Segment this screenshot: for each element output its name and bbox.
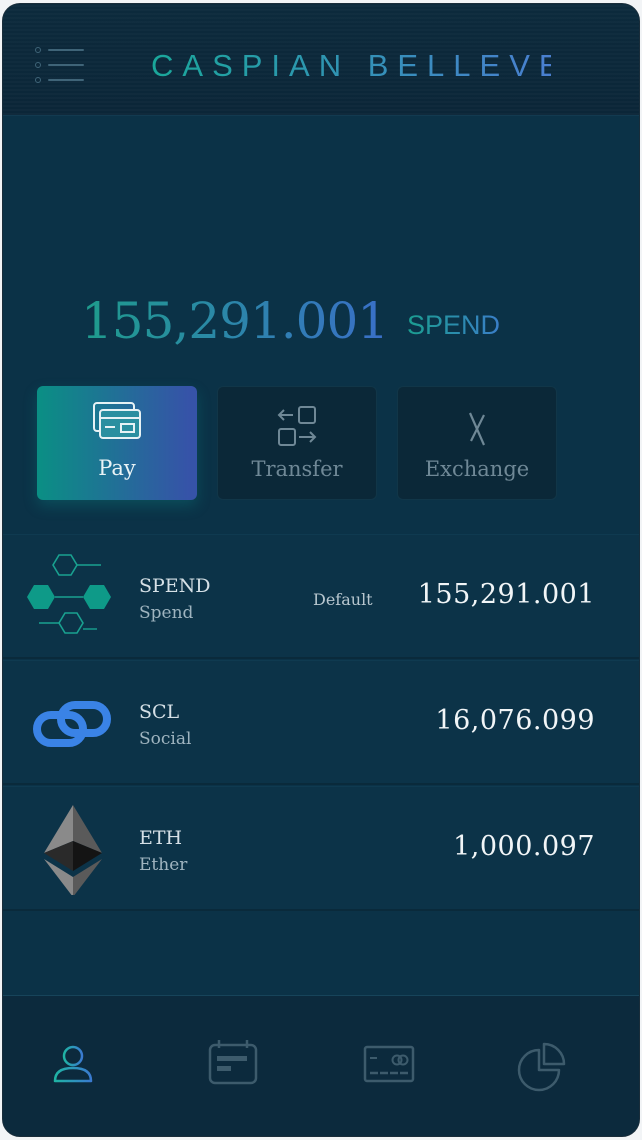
nav-profile[interactable] [43, 1036, 103, 1096]
transfer-icon [277, 406, 317, 446]
nav-stats[interactable] [513, 1036, 573, 1096]
asset-row-scl[interactable]: SCL Social 16,076.099 [3, 660, 639, 785]
card-icon [93, 402, 141, 439]
app-title: CASPIAN BELLEVE [151, 48, 569, 83]
credit-card-icon [363, 1045, 415, 1083]
asset-symbol: ETH [139, 827, 183, 849]
calendar-icon [208, 1040, 258, 1085]
pie-chart-icon [517, 1042, 566, 1092]
pay-button[interactable]: Pay [37, 386, 197, 500]
transfer-button[interactable]: Transfer [217, 386, 377, 500]
asset-name: Spend [139, 603, 194, 623]
exchange-label: Exchange [424, 457, 530, 481]
pay-label: Pay [98, 456, 136, 480]
asset-row-spend[interactable]: SPEND Spend Default 155,291.001 [3, 534, 639, 659]
nav-calendar[interactable] [203, 1036, 263, 1096]
asset-amount: 1,000.097 [453, 831, 595, 862]
bottom-nav [3, 995, 639, 1136]
asset-symbol: SPEND [139, 575, 211, 597]
asset-row-eth[interactable]: ETH Ether 1,000.097 [3, 786, 639, 911]
asset-symbol: SCL [139, 701, 180, 723]
ethereum-icon [44, 805, 102, 895]
asset-amount: 155,291.001 [417, 579, 595, 610]
default-badge: Default [313, 590, 373, 609]
hexagon-network-icon [27, 554, 111, 634]
asset-amount: 16,076.099 [435, 705, 595, 736]
menu-button[interactable] [35, 47, 85, 87]
balance-unit: SPEND [407, 310, 501, 340]
transfer-label: Transfer [251, 457, 343, 481]
exchange-button[interactable]: Exchange [397, 386, 557, 500]
balance-amount: 155,291.001 [81, 292, 389, 350]
app-screen: CASPIAN BELLEVE 155,291.001 SPEND Pay Tr… [2, 3, 640, 1137]
exchange-icon [468, 412, 486, 446]
nav-cards[interactable] [359, 1036, 419, 1096]
asset-name: Social [139, 729, 192, 749]
chain-link-icon [33, 701, 111, 747]
asset-name: Ether [139, 855, 188, 875]
user-icon [53, 1045, 93, 1083]
app-header: CASPIAN BELLEVE [3, 4, 639, 116]
